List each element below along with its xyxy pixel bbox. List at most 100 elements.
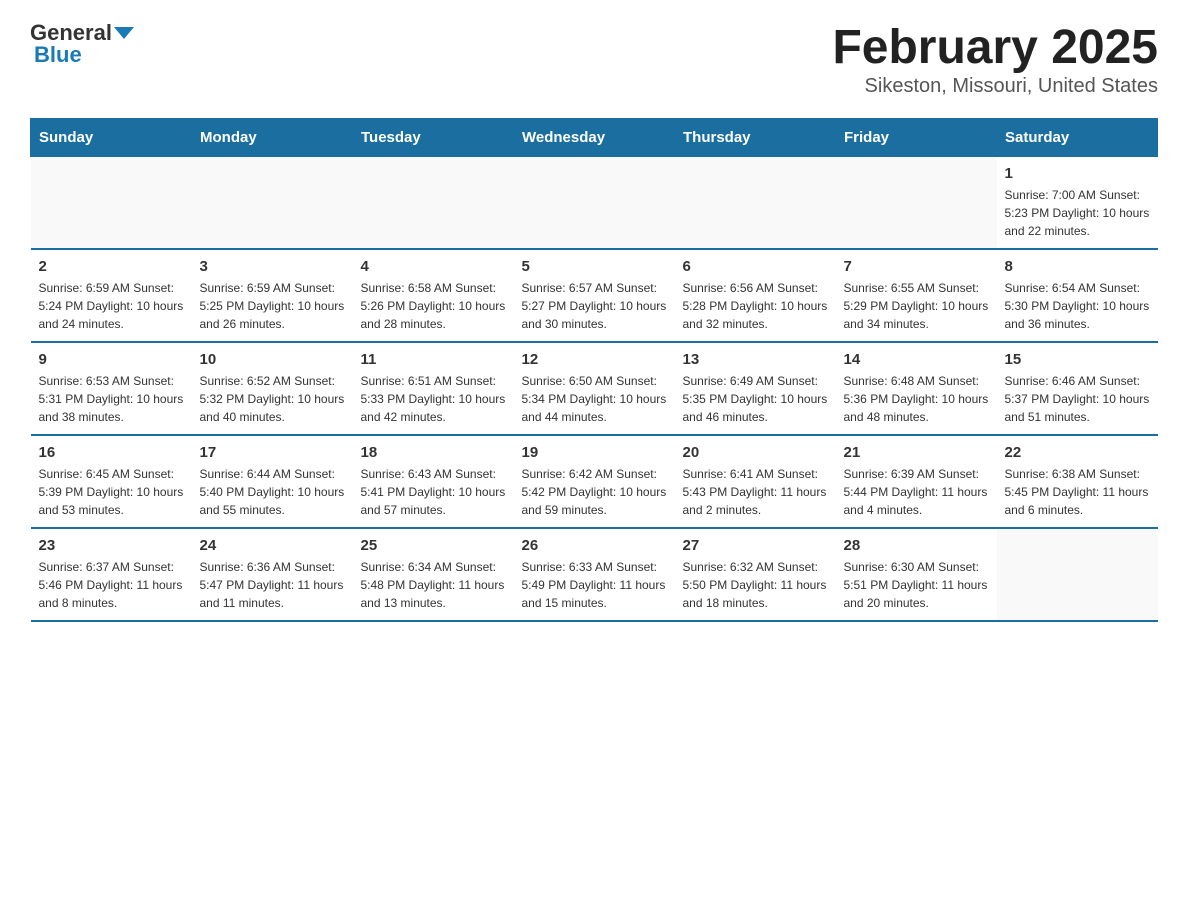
- table-row: 19 Sunrise: 6:42 AM Sunset: 5:42 PM Dayli…: [514, 435, 675, 528]
- logo-arrow-icon: [114, 27, 134, 39]
- day-number: 25: [361, 537, 506, 554]
- day-info: Sunrise: 6:52 AM Sunset: 5:32 PM Dayligh…: [200, 372, 345, 426]
- table-row: [31, 157, 192, 250]
- day-number: 27: [683, 537, 828, 554]
- table-row: 16 Sunrise: 6:45 AM Sunset: 5:39 PM Dayli…: [31, 435, 192, 528]
- day-number: 12: [522, 351, 667, 368]
- day-info: Sunrise: 6:45 AM Sunset: 5:39 PM Dayligh…: [39, 465, 184, 519]
- day-info: Sunrise: 6:49 AM Sunset: 5:35 PM Dayligh…: [683, 372, 828, 426]
- table-row: 1 Sunrise: 7:00 AM Sunset: 5:23 PM Daylig…: [997, 157, 1158, 250]
- table-row: 25 Sunrise: 6:34 AM Sunset: 5:48 PM Dayli…: [353, 528, 514, 621]
- header-tuesday: Tuesday: [353, 119, 514, 157]
- calendar-subtitle: Sikeston, Missouri, United States: [832, 75, 1158, 98]
- logo: General Blue: [30, 20, 136, 68]
- day-info: Sunrise: 6:41 AM Sunset: 5:43 PM Dayligh…: [683, 465, 828, 519]
- day-number: 22: [1005, 444, 1150, 461]
- day-number: 3: [200, 258, 345, 275]
- table-row: 7 Sunrise: 6:55 AM Sunset: 5:29 PM Daylig…: [836, 249, 997, 342]
- table-row: 2 Sunrise: 6:59 AM Sunset: 5:24 PM Daylig…: [31, 249, 192, 342]
- day-info: Sunrise: 6:30 AM Sunset: 5:51 PM Dayligh…: [844, 558, 989, 612]
- table-row: 6 Sunrise: 6:56 AM Sunset: 5:28 PM Daylig…: [675, 249, 836, 342]
- day-number: 19: [522, 444, 667, 461]
- day-info: Sunrise: 6:43 AM Sunset: 5:41 PM Dayligh…: [361, 465, 506, 519]
- day-info: Sunrise: 6:59 AM Sunset: 5:24 PM Dayligh…: [39, 279, 184, 333]
- table-row: 14 Sunrise: 6:48 AM Sunset: 5:36 PM Dayli…: [836, 342, 997, 435]
- table-row: 21 Sunrise: 6:39 AM Sunset: 5:44 PM Dayli…: [836, 435, 997, 528]
- day-info: Sunrise: 6:55 AM Sunset: 5:29 PM Dayligh…: [844, 279, 989, 333]
- header-sunday: Sunday: [31, 119, 192, 157]
- calendar-week-row: 16 Sunrise: 6:45 AM Sunset: 5:39 PM Dayli…: [31, 435, 1158, 528]
- day-info: Sunrise: 7:00 AM Sunset: 5:23 PM Dayligh…: [1005, 186, 1150, 240]
- day-number: 6: [683, 258, 828, 275]
- table-row: 23 Sunrise: 6:37 AM Sunset: 5:46 PM Dayli…: [31, 528, 192, 621]
- day-number: 8: [1005, 258, 1150, 275]
- table-row: 22 Sunrise: 6:38 AM Sunset: 5:45 PM Dayli…: [997, 435, 1158, 528]
- day-number: 2: [39, 258, 184, 275]
- day-number: 17: [200, 444, 345, 461]
- table-row: [192, 157, 353, 250]
- day-number: 13: [683, 351, 828, 368]
- day-info: Sunrise: 6:54 AM Sunset: 5:30 PM Dayligh…: [1005, 279, 1150, 333]
- day-info: Sunrise: 6:51 AM Sunset: 5:33 PM Dayligh…: [361, 372, 506, 426]
- day-number: 9: [39, 351, 184, 368]
- logo-blue-text: Blue: [34, 42, 82, 68]
- day-number: 14: [844, 351, 989, 368]
- table-row: [675, 157, 836, 250]
- calendar-week-row: 9 Sunrise: 6:53 AM Sunset: 5:31 PM Daylig…: [31, 342, 1158, 435]
- day-number: 26: [522, 537, 667, 554]
- table-row: 24Sunrise: 6:36 AM Sunset: 5:47 PM Dayli…: [192, 528, 353, 621]
- table-row: [353, 157, 514, 250]
- header-thursday: Thursday: [675, 119, 836, 157]
- table-row: 4Sunrise: 6:58 AM Sunset: 5:26 PM Daylig…: [353, 249, 514, 342]
- header-saturday: Saturday: [997, 119, 1158, 157]
- table-row: 3 Sunrise: 6:59 AM Sunset: 5:25 PM Daylig…: [192, 249, 353, 342]
- table-row: 18 Sunrise: 6:43 AM Sunset: 5:41 PM Dayli…: [353, 435, 514, 528]
- day-info: Sunrise: 6:48 AM Sunset: 5:36 PM Dayligh…: [844, 372, 989, 426]
- day-number: 10: [200, 351, 345, 368]
- day-number: 15: [1005, 351, 1150, 368]
- title-area: February 2025 Sikeston, Missouri, United…: [832, 20, 1158, 98]
- table-row: 11 Sunrise: 6:51 AM Sunset: 5:33 PM Dayli…: [353, 342, 514, 435]
- day-number: 1: [1005, 165, 1150, 182]
- day-info: Sunrise: 6:38 AM Sunset: 5:45 PM Dayligh…: [1005, 465, 1150, 519]
- table-row: 10 Sunrise: 6:52 AM Sunset: 5:32 PM Dayli…: [192, 342, 353, 435]
- page-header: General Blue February 2025 Sikeston, Mis…: [30, 20, 1158, 98]
- day-info: Sunrise: 6:39 AM Sunset: 5:44 PM Dayligh…: [844, 465, 989, 519]
- table-row: 26 Sunrise: 6:33 AM Sunset: 5:49 PM Dayli…: [514, 528, 675, 621]
- day-info: Sunrise: 6:46 AM Sunset: 5:37 PM Dayligh…: [1005, 372, 1150, 426]
- table-row: 5 Sunrise: 6:57 AM Sunset: 5:27 PM Daylig…: [514, 249, 675, 342]
- table-row: 28 Sunrise: 6:30 AM Sunset: 5:51 PM Dayli…: [836, 528, 997, 621]
- table-row: 20 Sunrise: 6:41 AM Sunset: 5:43 PM Dayli…: [675, 435, 836, 528]
- table-row: 13 Sunrise: 6:49 AM Sunset: 5:35 PM Dayli…: [675, 342, 836, 435]
- table-row: 9 Sunrise: 6:53 AM Sunset: 5:31 PM Daylig…: [31, 342, 192, 435]
- day-info: Sunrise: 6:58 AM Sunset: 5:26 PM Dayligh…: [361, 279, 506, 333]
- day-info: Sunrise: 6:34 AM Sunset: 5:48 PM Dayligh…: [361, 558, 506, 612]
- day-number: 16: [39, 444, 184, 461]
- calendar-week-row: 1 Sunrise: 7:00 AM Sunset: 5:23 PM Daylig…: [31, 157, 1158, 250]
- table-row: 8 Sunrise: 6:54 AM Sunset: 5:30 PM Daylig…: [997, 249, 1158, 342]
- day-number: 5: [522, 258, 667, 275]
- table-row: [514, 157, 675, 250]
- day-number: 21: [844, 444, 989, 461]
- day-info: Sunrise: 6:42 AM Sunset: 5:42 PM Dayligh…: [522, 465, 667, 519]
- day-number: 20: [683, 444, 828, 461]
- day-info: Sunrise: 6:33 AM Sunset: 5:49 PM Dayligh…: [522, 558, 667, 612]
- day-number: 18: [361, 444, 506, 461]
- day-info: Sunrise: 6:37 AM Sunset: 5:46 PM Dayligh…: [39, 558, 184, 612]
- table-row: [836, 157, 997, 250]
- day-info: Sunrise: 6:57 AM Sunset: 5:27 PM Dayligh…: [522, 279, 667, 333]
- day-info: Sunrise: 6:53 AM Sunset: 5:31 PM Dayligh…: [39, 372, 184, 426]
- day-number: 23: [39, 537, 184, 554]
- day-number: 11: [361, 351, 506, 368]
- calendar-week-row: 23 Sunrise: 6:37 AM Sunset: 5:46 PM Dayli…: [31, 528, 1158, 621]
- table-row: 27Sunrise: 6:32 AM Sunset: 5:50 PM Dayli…: [675, 528, 836, 621]
- table-row: [997, 528, 1158, 621]
- day-info: Sunrise: 6:56 AM Sunset: 5:28 PM Dayligh…: [683, 279, 828, 333]
- day-number: 7: [844, 258, 989, 275]
- day-number: 28: [844, 537, 989, 554]
- table-row: 17Sunrise: 6:44 AM Sunset: 5:40 PM Dayli…: [192, 435, 353, 528]
- header-friday: Friday: [836, 119, 997, 157]
- calendar-title: February 2025: [832, 20, 1158, 75]
- day-info: Sunrise: 6:59 AM Sunset: 5:25 PM Dayligh…: [200, 279, 345, 333]
- calendar-week-row: 2 Sunrise: 6:59 AM Sunset: 5:24 PM Daylig…: [31, 249, 1158, 342]
